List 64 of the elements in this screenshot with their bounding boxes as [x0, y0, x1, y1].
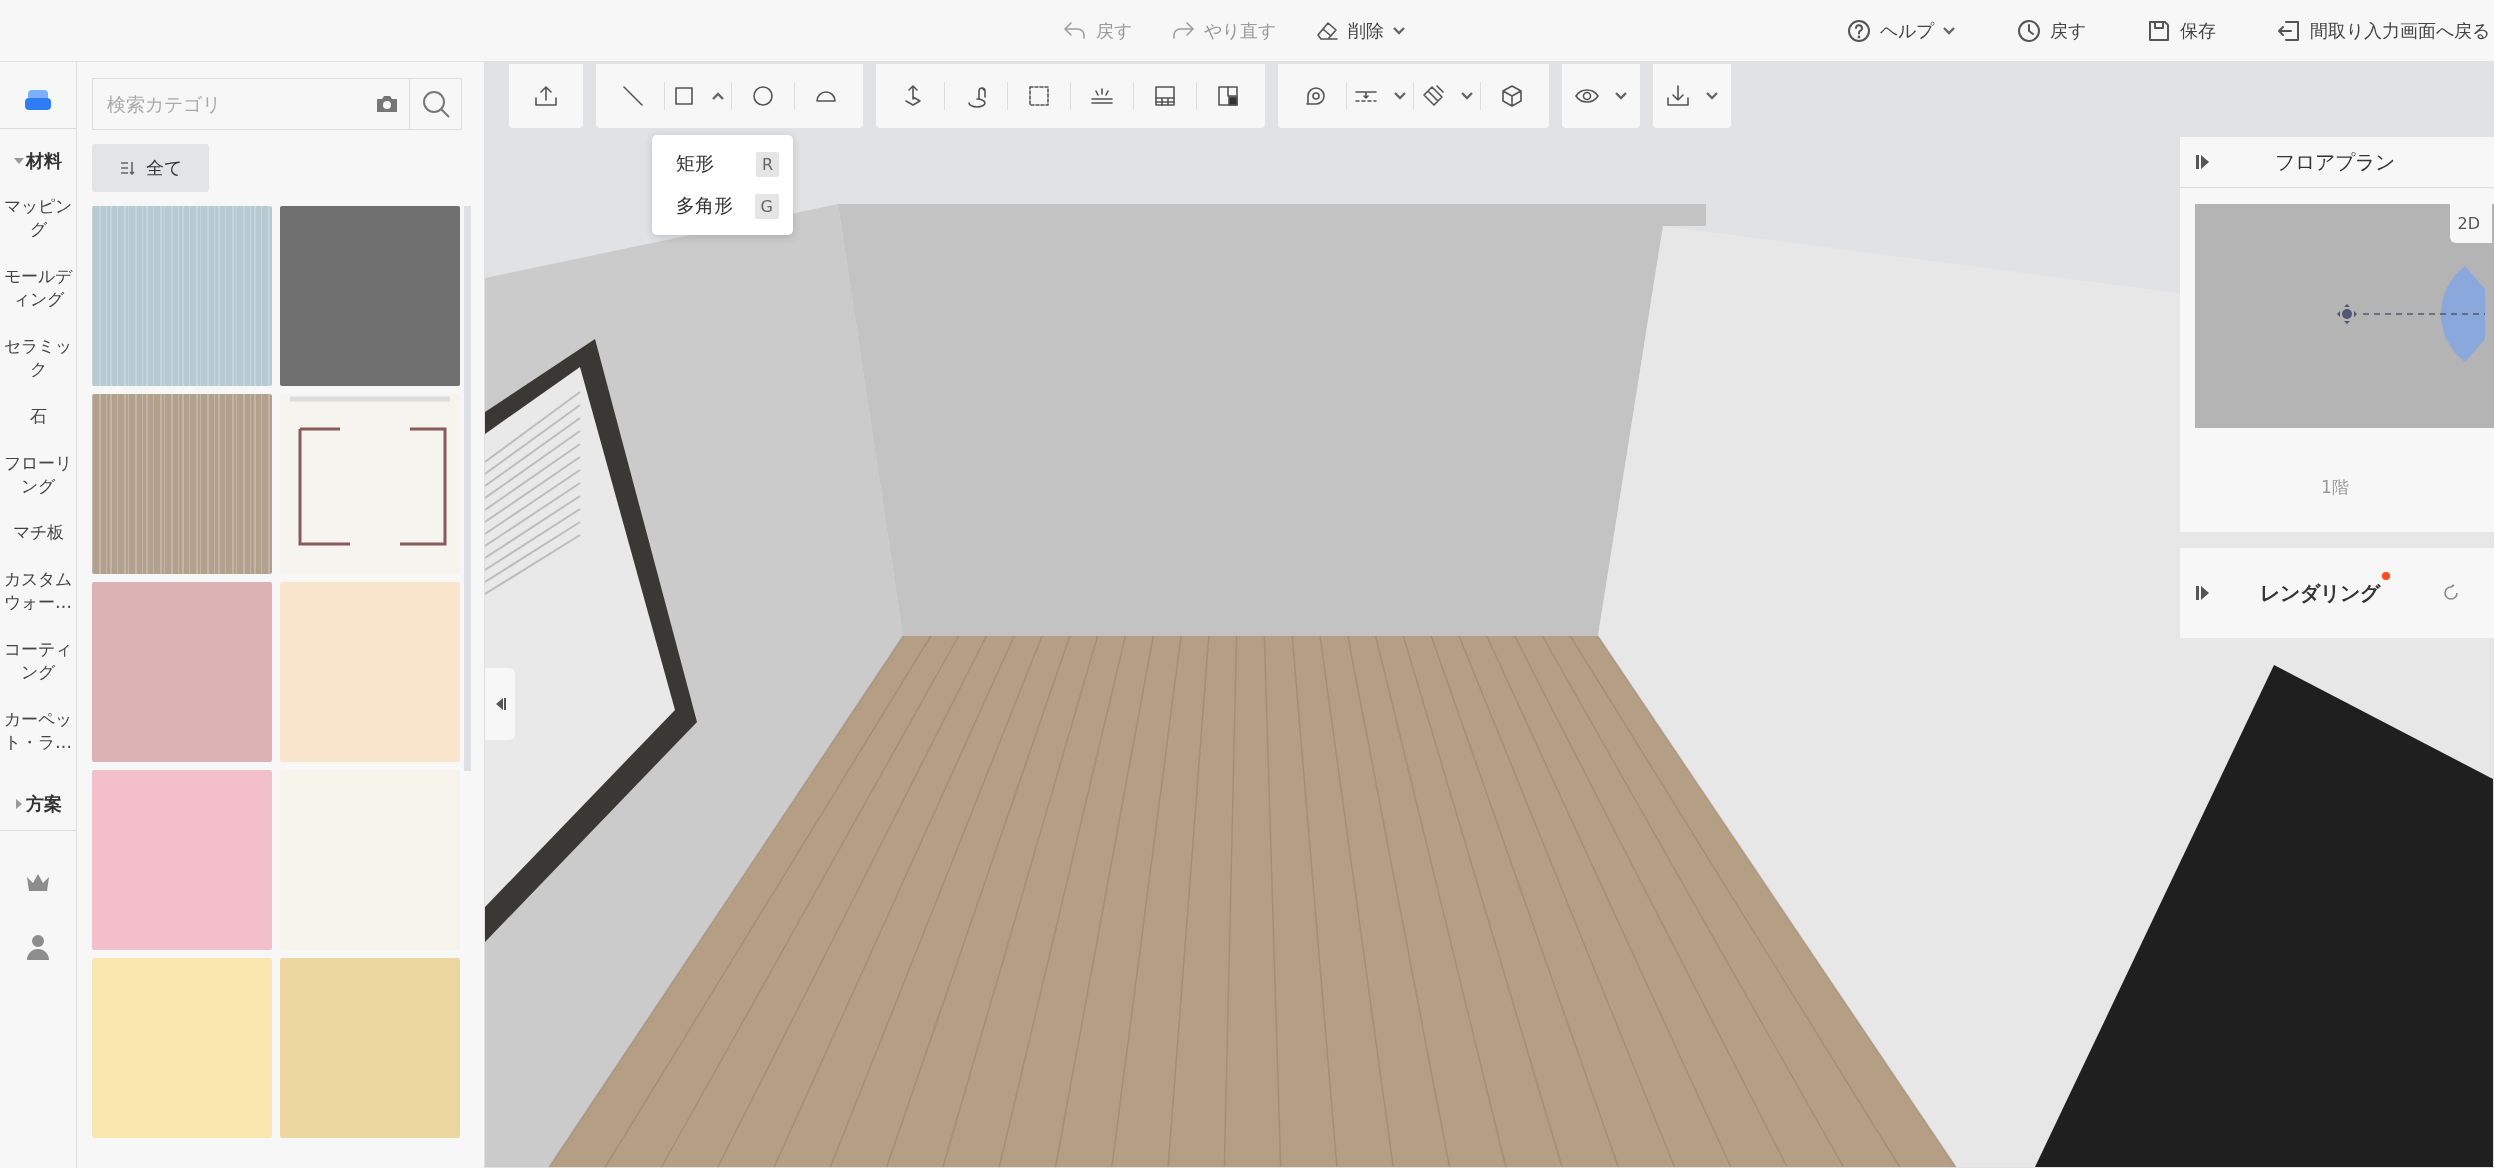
download-icon [1665, 83, 1691, 109]
floor-plan-map[interactable]: 2D [2195, 204, 2494, 428]
search-input[interactable]: 検索カテゴリ [93, 79, 375, 129]
user-icon[interactable] [26, 933, 50, 961]
header-action[interactable]: 戻す [2012, 11, 2090, 50]
material-swatch[interactable] [92, 582, 272, 762]
upload-icon [533, 83, 559, 109]
category-item[interactable]: モールディング [2, 252, 74, 323]
material-swatch[interactable] [92, 394, 272, 574]
panel-title: レンダリング [2260, 579, 2380, 607]
expand-icon[interactable] [2196, 585, 2210, 601]
toolbar-action[interactable]: 削除 [1310, 11, 1410, 50]
collapse-icon [494, 697, 506, 711]
clock-icon [2016, 17, 2042, 44]
category-item[interactable]: 石 [2, 392, 74, 440]
menu-item[interactable]: 多角形 G [652, 185, 793, 227]
category-item[interactable]: コーティング [2, 626, 74, 697]
caret-icon [1942, 25, 1956, 36]
section-title[interactable]: 材料 [26, 149, 62, 173]
cube-icon [1499, 83, 1525, 109]
shortcut-key: R [755, 151, 779, 177]
collapse-handle[interactable] [485, 668, 515, 740]
category-item[interactable]: カスタムウォー… [2, 556, 74, 627]
material-swatch[interactable] [92, 770, 272, 950]
split-square-icon [1215, 83, 1241, 109]
material-swatch[interactable] [280, 206, 460, 386]
caret-icon [1460, 91, 1474, 101]
camera-icon[interactable] [375, 94, 399, 114]
line-icon [620, 83, 646, 109]
caret-icon [1614, 91, 1628, 101]
category-item[interactable]: マチ板 [2, 509, 74, 557]
refresh-icon[interactable] [2442, 584, 2460, 602]
window-panel-icon [1152, 83, 1178, 109]
material-swatch[interactable] [280, 582, 460, 762]
caret-icon [1392, 25, 1406, 36]
material-swatch[interactable] [280, 394, 460, 574]
caret-icon [1705, 91, 1719, 101]
material-swatch[interactable] [92, 958, 272, 1138]
category-item[interactable]: フローリング [2, 439, 74, 510]
material-swatch[interactable] [280, 958, 460, 1138]
caret-icon [1393, 91, 1407, 101]
filter-button[interactable]: 全て [92, 144, 209, 192]
header-action[interactable]: ヘルプ [1842, 11, 1960, 50]
circle-icon [750, 83, 776, 109]
category-item[interactable]: カーペット・ラ… [2, 696, 74, 766]
menu-item[interactable]: 矩形 R [652, 143, 793, 185]
panel-title: フロアプラン [2274, 148, 2396, 176]
header-action[interactable]: 間取り入力画面へ戻る [2272, 11, 2494, 50]
help-icon [1846, 17, 1872, 44]
caret-icon [711, 91, 725, 101]
brush-icon [1420, 83, 1446, 109]
sort-icon [119, 161, 136, 175]
search-field[interactable]: 検索カテゴリ [92, 78, 462, 130]
shortcut-key: G [754, 193, 779, 219]
section-title[interactable]: 方案 [26, 792, 62, 816]
category-item[interactable]: セラミック [2, 322, 74, 393]
search-icon [420, 89, 451, 119]
material-swatch[interactable] [92, 206, 272, 386]
dashed-square-icon [1026, 83, 1052, 109]
header-action[interactable]: 保存 [2142, 11, 2220, 50]
expand-icon[interactable] [2196, 154, 2210, 170]
view-tab[interactable]: 2D [2449, 204, 2492, 243]
scrollbar[interactable] [464, 206, 471, 771]
category-item[interactable]: マッピング [2, 183, 74, 253]
